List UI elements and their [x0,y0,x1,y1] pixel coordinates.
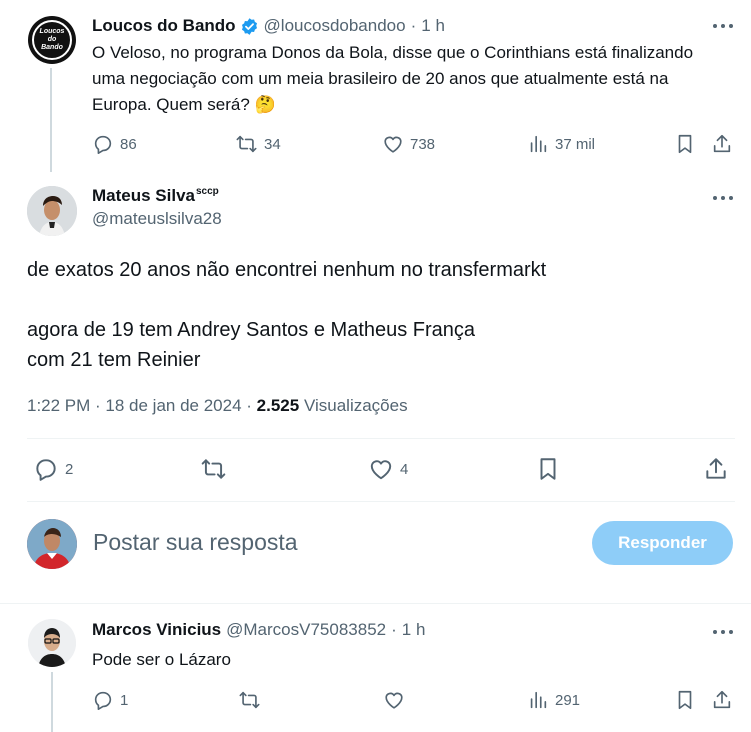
more-button[interactable] [712,20,734,32]
name-suffix: sccp [196,186,219,197]
share-icon [706,458,726,479]
share-button[interactable] [711,689,733,711]
retweet-button[interactable]: 34 [235,133,281,155]
main-tweet-line: de exatos 20 anos não encontrei nenhum n… [27,259,547,281]
like-button[interactable]: 4 [368,456,408,482]
author-handle[interactable]: @MarcosV75083852 [226,620,386,640]
divider [27,501,735,502]
share-button[interactable] [711,133,733,155]
reply-count: 86 [120,135,137,153]
author-name[interactable]: Mateus Silva [92,186,195,206]
reply-button[interactable]: 1 [92,689,128,711]
reply-button[interactable]: 86 [92,133,137,155]
bookmark-button[interactable] [675,133,695,155]
main-tweet-line: agora de 19 tem Andrey Santos e Matheus … [27,319,476,341]
reply-button[interactable]: 2 [33,456,73,482]
like-count: 738 [410,135,436,153]
views-icon [530,135,547,153]
divider [27,438,735,439]
author-handle[interactable]: @mateuslsilva28 [92,209,222,229]
reply-icon [94,691,112,710]
reply-input[interactable]: Postar sua resposta [93,529,298,556]
bookmark-icon [540,458,556,480]
more-button[interactable] [712,626,734,638]
verified-icon [240,17,259,36]
views-button[interactable]: 291 [527,689,580,711]
views-button[interactable]: 37 mil [527,133,595,155]
like-button[interactable] [383,689,411,711]
thread-line [50,68,52,172]
bookmark-icon [678,134,692,154]
reply-icon [94,135,112,154]
author-name[interactable]: Marcos Vinicius [92,620,221,640]
like-count: 4 [400,460,409,478]
bookmark-button[interactable] [675,689,695,711]
more-icon [713,630,733,634]
reply-count: 2 [65,460,74,478]
like-button[interactable]: 738 [382,133,435,155]
bookmark-button[interactable] [536,456,560,482]
avatar-current-user[interactable] [27,519,77,569]
retweet-count: 34 [264,135,281,153]
tweet-time[interactable]: 1 h [421,16,445,36]
reply-count: 1 [120,691,129,709]
main-tweet-header: Mateus Silva sccp @mateuslsilva28 [92,186,222,229]
retweet-button[interactable] [238,689,267,711]
retweet-button[interactable] [200,456,233,482]
avatar-logo-text: Loucos do Bando [39,28,65,51]
main-tweet-line: com 21 tem Reinier [27,349,201,371]
more-icon [713,24,733,28]
share-button[interactable] [703,456,729,482]
tweet-timestamp[interactable]: 1:22 PM · 18 de jan de 2024 · [27,396,252,415]
share-icon [713,690,731,709]
views-icon [530,691,547,709]
retweet-icon [239,691,260,709]
divider [0,603,751,604]
separator: · [410,16,417,35]
like-icon [385,692,403,709]
views-count: 291 [555,691,581,709]
reply-header: Marcos Vinicius @MarcosV75083852 · 1 h [92,620,425,640]
author-handle[interactable]: @loucosdobandoo [264,16,406,36]
views-label: Visualizações [303,396,408,415]
reply-text: Pode ser o Lázaro [92,650,231,669]
more-icon [713,196,733,200]
tweet1-header: Loucos do Bando @loucosdobandoo · 1 h [92,14,445,38]
views-number: 2.525 [256,396,300,415]
thread-line [51,672,53,732]
avatar-marcos-vinicius[interactable] [28,619,76,667]
main-tweet-text: de exatos 20 anos não encontrei nenhum n… [27,255,727,375]
separator: · [391,620,397,639]
tweet-time[interactable]: 1 h [402,620,426,640]
author-name[interactable]: Loucos do Bando [92,16,236,36]
retweet-icon [201,459,226,479]
share-icon [713,134,731,153]
like-icon [370,460,392,480]
like-icon [384,136,402,153]
avatar-loucos-do-bando[interactable]: Loucos do Bando [28,16,76,64]
avatar-mateus-silva[interactable] [27,186,77,236]
more-button[interactable] [712,192,734,204]
bookmark-icon [678,690,692,710]
reply-icon [36,459,56,481]
reply-submit-button[interactable]: Responder [592,521,733,565]
tweet-text: O Veloso, no programa Donos da Bola, dis… [92,43,694,114]
views-count: 37 mil [555,135,596,153]
retweet-icon [236,135,257,153]
tweet-meta: 1:22 PM · 18 de jan de 2024 · 2.525 Visu… [27,396,408,416]
